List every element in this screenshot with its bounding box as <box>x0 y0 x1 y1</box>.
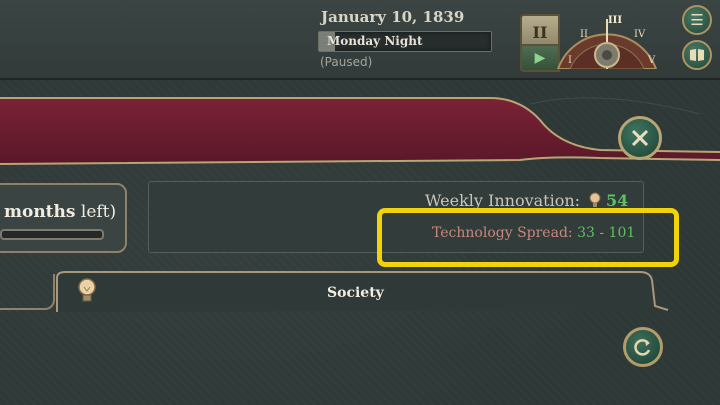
speed-dial[interactable]: I II III IV V <box>552 5 662 69</box>
close-icon <box>631 129 649 147</box>
speed-numeral-2: II <box>580 29 588 40</box>
menu-icon: ☰ <box>690 11 704 29</box>
highlight-box <box>377 208 679 267</box>
play-icon: ▶ <box>534 50 546 66</box>
speed-numeral-4: IV <box>634 29 646 40</box>
day-progress-bar: Monday Night <box>318 31 492 52</box>
lightbulb-icon <box>78 278 96 302</box>
book-icon <box>690 49 704 61</box>
refresh-button[interactable] <box>623 327 663 367</box>
speed-numeral-3: III <box>608 15 622 26</box>
pause-status: (Paused) <box>320 55 373 69</box>
menu-button[interactable]: ☰ <box>682 5 712 35</box>
pause-icon: II <box>532 22 548 42</box>
speed-numeral-5: V <box>647 55 656 66</box>
refresh-icon <box>634 339 651 356</box>
close-button[interactable] <box>618 116 662 160</box>
header-banner <box>0 97 720 165</box>
lightbulb-icon <box>589 192 601 207</box>
research-progress-bar <box>0 229 104 240</box>
tab-previous[interactable] <box>0 274 55 310</box>
game-date: January 10, 1839 <box>321 8 465 26</box>
months-left-label: months left) <box>4 202 117 222</box>
tab-society-label: Society <box>327 285 384 301</box>
speed-numeral-1: I <box>568 55 572 66</box>
ledger-button[interactable] <box>682 40 712 70</box>
time-of-day-label: Monday Night <box>327 34 423 48</box>
